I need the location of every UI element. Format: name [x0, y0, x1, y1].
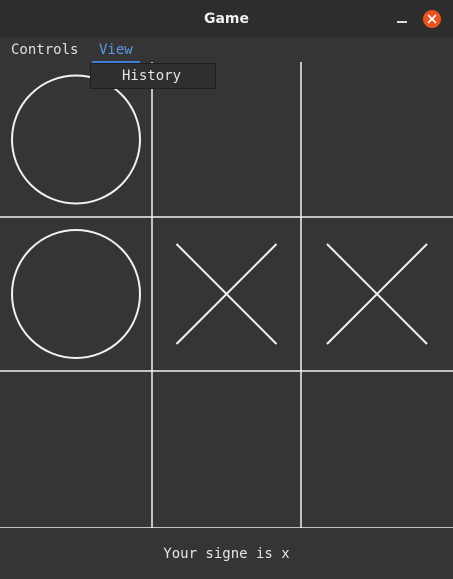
menu-controls[interactable]: Controls [11, 41, 78, 59]
status-text: Your signe is x [163, 545, 290, 562]
board-cell-r2-c2[interactable] [301, 371, 453, 528]
board-cell-r1-c0[interactable] [0, 217, 152, 371]
window-title: Game [203, 10, 250, 27]
game-board [0, 62, 453, 528]
title-bar[interactable]: Game [0, 0, 453, 37]
game-window: Game Controls View History Your signe is… [0, 0, 453, 579]
menu-item-history[interactable]: History [122, 68, 181, 84]
status-bar: Your signe is x [0, 528, 453, 579]
menu-view[interactable]: View [92, 41, 140, 63]
minimize-button[interactable] [395, 12, 409, 26]
board-canvas [0, 62, 453, 528]
menu-bar: Controls View [0, 37, 453, 63]
board-cell-r2-c0[interactable] [0, 371, 152, 528]
board-cell-r0-c2[interactable] [301, 62, 453, 217]
minimize-icon [397, 21, 407, 23]
close-icon [427, 14, 437, 24]
close-button[interactable] [423, 10, 441, 28]
board-cell-r2-c1[interactable] [152, 371, 301, 528]
view-dropdown-menu: History [90, 63, 216, 89]
